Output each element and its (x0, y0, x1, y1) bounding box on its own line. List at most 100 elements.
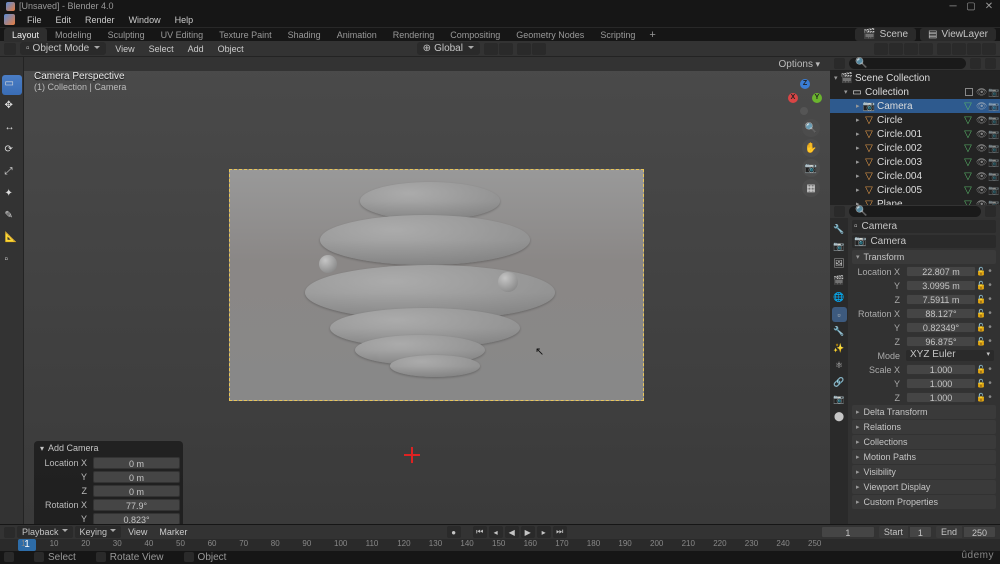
lock-icon[interactable]: 🔓 (976, 295, 986, 304)
new-collection-icon[interactable] (985, 58, 996, 69)
snap-group[interactable] (484, 43, 513, 55)
menu-object[interactable]: Object (213, 44, 249, 54)
tab-object-icon[interactable]: ▫ (832, 307, 847, 322)
properties-search[interactable]: 🔍 (849, 206, 981, 217)
blender-logo-icon[interactable] (4, 14, 15, 25)
outliner-item[interactable]: ▸▽Circle.004▽👁📷 (830, 169, 1000, 183)
jump-start-icon[interactable]: ⏮ (473, 526, 487, 538)
select-box-tool[interactable]: ▭ (2, 75, 22, 95)
keyframe-next-icon[interactable]: ▸ (537, 526, 551, 538)
menu-add[interactable]: Add (183, 44, 209, 54)
rotation-y-field[interactable]: 0.82349° (906, 322, 976, 333)
eye-icon[interactable]: 👁 (976, 87, 988, 98)
shading-solid-icon[interactable] (952, 43, 966, 55)
move-tool[interactable]: ↔ (2, 119, 22, 139)
maximize-button[interactable]: ▢ (966, 2, 976, 11)
tab-particles-icon[interactable]: ✨ (832, 341, 847, 356)
section-viewport-display[interactable]: Viewport Display (852, 480, 996, 494)
menu-view[interactable]: View (110, 44, 139, 54)
tab-physics-icon[interactable]: ⚛ (832, 358, 847, 373)
rotate-tool[interactable]: ⟳ (2, 141, 22, 161)
tab-world-icon[interactable]: 🌐 (832, 290, 847, 305)
proportional-icon[interactable] (517, 43, 531, 55)
shading-wire-icon[interactable] (937, 43, 951, 55)
outliner-root[interactable]: ▾ 🎬 Scene Collection (830, 71, 1000, 85)
workspace-tab-animation[interactable]: Animation (329, 28, 385, 42)
properties-data-crumb[interactable]: 📷 Camera (852, 235, 996, 248)
options-icon[interactable] (985, 206, 996, 217)
menu-edit[interactable]: Edit (50, 15, 78, 25)
tab-scene-icon[interactable]: 🎬 (832, 273, 847, 288)
eye-icon[interactable]: 👁 (976, 157, 988, 168)
outliner-search[interactable]: 🔍 (849, 58, 966, 69)
camera-view-icon[interactable]: 📷 (802, 159, 820, 177)
proportional-group[interactable] (517, 43, 546, 55)
eye-icon[interactable]: 👁 (976, 185, 988, 196)
timeline-view-menu[interactable]: View (123, 527, 152, 537)
eye-icon[interactable]: 👁 (976, 115, 988, 126)
play-reverse-icon[interactable]: ◀ (505, 526, 519, 538)
outliner-item[interactable]: ▸▽Circle.005▽👁📷 (830, 183, 1000, 197)
cursor-tool[interactable]: ✥ (2, 97, 22, 117)
section-custom-props[interactable]: Custom Properties (852, 495, 996, 509)
properties-breadcrumb[interactable]: ▫ Camera (852, 220, 996, 233)
editor-type-icon[interactable] (4, 43, 16, 55)
autokey-icon[interactable]: ● (447, 526, 461, 538)
operator-value-field[interactable]: 0 m (93, 471, 180, 483)
workspace-tab-rendering[interactable]: Rendering (385, 28, 443, 42)
overlay-icon[interactable] (904, 43, 918, 55)
eye-icon[interactable]: 👁 (976, 101, 988, 112)
rotation-x-field[interactable]: 88.127° (906, 308, 976, 319)
menu-help[interactable]: Help (169, 15, 200, 25)
transform-tool[interactable]: ✦ (2, 185, 22, 205)
menu-select[interactable]: Select (144, 44, 179, 54)
minimize-button[interactable]: ─ (948, 2, 958, 11)
viewlayer-selector[interactable]: ▤ ViewLayer (920, 28, 996, 41)
overlay-icon[interactable] (874, 43, 888, 55)
keying-menu[interactable]: Keying (75, 526, 122, 538)
eye-icon[interactable]: 👁 (976, 199, 988, 206)
location-x-field[interactable]: 22.807 m (906, 266, 976, 277)
exclude-checkbox[interactable] (965, 88, 973, 96)
orientation-dropdown[interactable]: ⊕ Global (417, 42, 480, 55)
render-icon[interactable]: 📷 (988, 171, 1000, 182)
play-icon[interactable]: ▶ (521, 526, 535, 538)
outliner-item[interactable]: ▸▽Circle.001▽👁📷 (830, 127, 1000, 141)
rotation-mode-dropdown[interactable]: XYZ Euler (906, 350, 994, 361)
section-transform[interactable]: Transform (852, 250, 996, 264)
mode-dropdown[interactable]: ▫ Object Mode (20, 42, 106, 55)
section-delta[interactable]: Delta Transform (852, 405, 996, 419)
operator-panel[interactable]: Add Camera Location X0 mY0 mZ0 mRotation… (34, 441, 183, 524)
menu-file[interactable]: File (21, 15, 48, 25)
eye-icon[interactable]: 👁 (976, 129, 988, 140)
render-icon[interactable]: 📷 (988, 101, 1000, 112)
end-frame-field[interactable]: 250 (963, 526, 996, 538)
render-icon[interactable]: 📷 (988, 115, 1000, 126)
location-z-field[interactable]: 7.5911 m (906, 294, 976, 305)
render-icon[interactable]: 📷 (988, 143, 1000, 154)
snap-type-icon[interactable] (499, 43, 513, 55)
tab-constraint-icon[interactable]: 🔗 (832, 375, 847, 390)
measure-tool[interactable]: 📐 (2, 229, 22, 249)
lock-icon[interactable]: 🔓 (976, 309, 986, 318)
tab-render-icon[interactable]: 🔧 (832, 222, 847, 237)
zoom-icon[interactable]: 🔍 (802, 119, 820, 137)
workspace-tab-compositing[interactable]: Compositing (442, 28, 508, 42)
render-icon[interactable]: 📷 (988, 87, 1000, 98)
current-frame-field[interactable]: 1 (821, 526, 875, 538)
navigation-gizmo[interactable]: X Y Z (788, 79, 822, 113)
tab-output-icon[interactable]: 📷 (832, 239, 847, 254)
add-workspace-button[interactable]: + (643, 29, 661, 41)
lock-icon[interactable]: 🔓 (976, 337, 986, 346)
section-collections[interactable]: Collections (852, 435, 996, 449)
outliner-item[interactable]: ▸▽Circle.002▽👁📷 (830, 141, 1000, 155)
overlay-icon[interactable] (889, 43, 903, 55)
pan-icon[interactable]: ✋ (802, 139, 820, 157)
snap-icon[interactable] (484, 43, 498, 55)
operator-value-field[interactable]: 0.823° (93, 513, 180, 525)
section-visibility[interactable]: Visibility (852, 465, 996, 479)
editor-type-icon[interactable] (4, 527, 15, 538)
scene-selector[interactable]: 🎬 Scene (855, 28, 916, 41)
editor-type-icon[interactable] (834, 58, 845, 69)
workspace-tab-scripting[interactable]: Scripting (592, 28, 643, 42)
